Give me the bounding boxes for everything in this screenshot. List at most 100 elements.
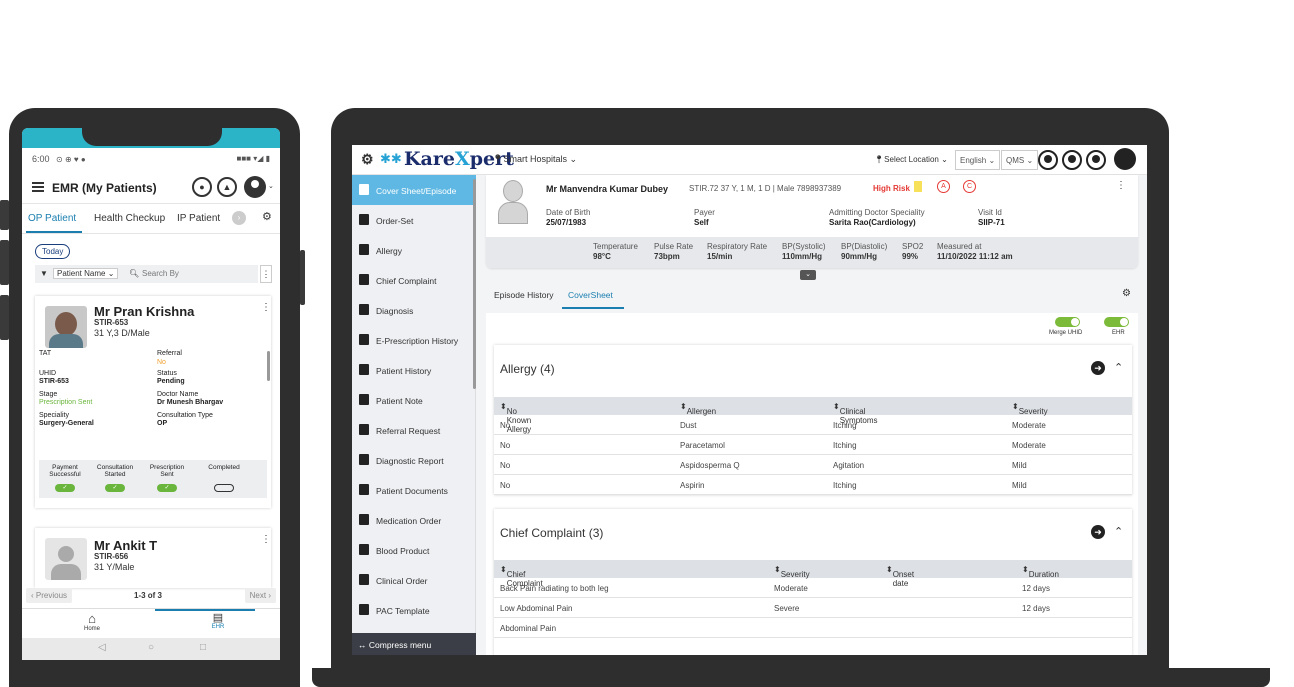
card-menu-icon[interactable]: ⋮ <box>261 534 271 545</box>
column-header[interactable]: ⬍ Clinical Symptoms <box>833 402 878 425</box>
filter-icon[interactable]: ▼ <box>40 269 48 278</box>
table-row[interactable]: No Dust Itching Moderate <box>494 415 1132 435</box>
tab-coversheet[interactable]: CoverSheet <box>568 290 613 300</box>
hospital-select[interactable]: 📍︎Smart Hospitals ⌄ <box>492 154 577 165</box>
patient-card[interactable]: Mr Ankit T STIR-656 31 Y/Male ⋮ <box>35 528 271 588</box>
condition-alert-badge[interactable]: C <box>963 180 976 193</box>
gear-icon[interactable]: ⚙ <box>1122 288 1131 299</box>
sidebar-item-order-set[interactable]: Order-Set <box>352 205 476 235</box>
table-cell: Itching <box>833 441 857 450</box>
sidebar-item-blood-product[interactable]: Blood Product <box>352 535 476 565</box>
more-options-icon[interactable]: ⋮ <box>1116 180 1126 191</box>
more-options-icon[interactable]: ⋮ <box>260 265 272 283</box>
status-bar: 6:00 ⊙ ⊕ ♥ ● ■■■ ▾◢ ▮ <box>22 148 280 170</box>
vital-value: 99% <box>902 252 919 261</box>
back-icon[interactable]: ◁ <box>98 642 106 653</box>
previous-button[interactable]: ‹ Previous <box>26 588 73 603</box>
table-row[interactable]: No Paracetamol Itching Moderate <box>494 435 1132 455</box>
patient-card[interactable]: Mr Pran Krishna STIR-653 31 Y,3 D/Male ⋮… <box>35 296 271 508</box>
language-select[interactable]: English ⌄ <box>955 150 1001 170</box>
compress-menu-button[interactable]: ↔ Compress menu <box>352 633 476 655</box>
tab-episode-history[interactable]: Episode History <box>494 290 554 300</box>
patient-name: Mr Pran Krishna <box>94 304 195 319</box>
gear-icon[interactable]: ⚙ <box>262 210 272 223</box>
sidebar-item-patient-documents[interactable]: Patient Documents <box>352 475 476 505</box>
sidebar-item-allergy[interactable]: Allergy <box>352 235 476 265</box>
arrow-right-icon[interactable]: ➜ <box>1091 525 1105 539</box>
filter-select[interactable]: Patient Name ⌄ <box>53 268 119 279</box>
phone-notch <box>82 128 222 146</box>
column-header[interactable]: ⬍ Onset date <box>886 565 914 588</box>
status-value: Pending <box>157 378 185 385</box>
table-row[interactable]: No Aspirin Itching Mild <box>494 475 1132 495</box>
user-icon[interactable] <box>1038 150 1058 170</box>
chevron-right-icon[interactable]: › <box>232 211 246 225</box>
profile-avatar-icon[interactable] <box>1114 148 1136 170</box>
arrow-right-icon[interactable]: ➜ <box>1091 361 1105 375</box>
tab-op-patient[interactable]: OP Patient <box>28 213 76 224</box>
sidebar-item-referral-request[interactable]: Referral Request <box>352 415 476 445</box>
recents-icon[interactable]: □ <box>200 642 206 653</box>
tab-ip-patient[interactable]: IP Patient <box>177 213 220 224</box>
referral-value: No <box>157 359 166 366</box>
tab-health-checkup[interactable]: Health Checkup <box>94 213 165 224</box>
bell-icon[interactable]: ▲ <box>217 177 237 197</box>
sidebar-item-diagnostic-report[interactable]: Diagnostic Report <box>352 445 476 475</box>
today-filter-button[interactable]: Today <box>35 244 71 259</box>
qms-select[interactable]: QMS ⌄ <box>1001 150 1039 170</box>
table-cell: Paracetamol <box>680 441 725 450</box>
sidebar-item-e-prescription[interactable]: E-Prescription History <box>352 325 476 355</box>
sidebar-item-cover-sheet[interactable]: Cover Sheet/Episode <box>352 175 476 205</box>
visit-label: Visit Id <box>978 208 1002 217</box>
uhid-value: STIR-653 <box>39 378 69 385</box>
location-select[interactable]: 📍︎Select Location ⌄ <box>874 155 948 164</box>
sidebar-item-label: Referral Request <box>376 426 441 436</box>
merge-uhid-toggle[interactable] <box>1055 317 1080 327</box>
column-header[interactable]: ⬍ Chief Complaint <box>500 565 543 588</box>
group-icon[interactable] <box>1086 150 1106 170</box>
search-input[interactable]: Search By <box>142 269 179 278</box>
table-row[interactable]: No Aspidosperma Q Agitation Mild <box>494 455 1132 475</box>
sidebar-item-chief-complaint[interactable]: Chief Complaint <box>352 265 476 295</box>
sidebar-item-label: Patient History <box>376 366 432 376</box>
sidebar-item-pac-template[interactable]: PAC Template <box>352 595 476 625</box>
menu-icon[interactable] <box>32 182 44 192</box>
chevron-up-icon[interactable]: ⌃ <box>1114 525 1123 538</box>
card-menu-icon[interactable]: ⋮ <box>261 302 271 313</box>
table-row[interactable]: Back Pain radiating to both leg Moderate… <box>494 578 1132 598</box>
note-icon[interactable] <box>914 181 922 192</box>
list-icon <box>359 214 369 225</box>
user-icon[interactable]: ● <box>192 177 212 197</box>
allergy-alert-badge[interactable]: A <box>937 180 950 193</box>
sidebar-item-clinical-order[interactable]: Clinical Order <box>352 565 476 595</box>
column-header[interactable]: ⬍ No Known Allergy <box>500 402 531 434</box>
sidebar-item-medication-order[interactable]: Medication Order <box>352 505 476 535</box>
column-header[interactable]: ⬍ Severity <box>1012 402 1048 416</box>
column-header[interactable]: ⬍ Severity <box>774 565 810 579</box>
home-circle-icon[interactable]: ○ <box>148 642 154 653</box>
card-scrollbar[interactable] <box>267 351 270 381</box>
status-icons: ⊙ ⊕ ♥ ● <box>56 155 86 164</box>
column-header[interactable]: ⬍ Duration <box>1022 565 1059 579</box>
table-cell: Aspirin <box>680 481 705 490</box>
table-row[interactable]: Low Abdominal Pain Severe 12 days <box>494 598 1132 618</box>
table-row[interactable]: Abdominal Pain <box>494 618 1132 638</box>
nav-ehr[interactable]: ▤ EHR <box>198 611 238 630</box>
ehr-toggle[interactable] <box>1104 317 1129 327</box>
sidebar-item-diagnosis[interactable]: Diagnosis <box>352 295 476 325</box>
chevron-down-icon[interactable]: ⌄ <box>268 182 274 190</box>
nav-home[interactable]: ⌂ Home <box>72 611 112 632</box>
bell-icon[interactable] <box>1062 150 1082 170</box>
profile-avatar-icon[interactable] <box>244 176 266 198</box>
settings-icon[interactable]: ⚙ <box>361 151 374 168</box>
column-header[interactable]: ⬍ Allergen <box>680 402 716 416</box>
next-button[interactable]: Next › <box>244 588 276 603</box>
sidebar-item-patient-note[interactable]: Patient Note <box>352 385 476 415</box>
search-bar: ▼ Patient Name ⌄ 🔍︎ Search By <box>35 265 258 283</box>
sidebar-item-label: Patient Documents <box>376 486 448 496</box>
chevron-up-icon[interactable]: ⌃ <box>1114 361 1123 374</box>
doctor-value: Sarita Rao(Cardiology) <box>829 218 916 227</box>
chevron-down-icon[interactable]: ⌄ <box>800 270 816 280</box>
sidebar-item-patient-history[interactable]: Patient History <box>352 355 476 385</box>
arrows-icon: ↔ <box>358 640 367 650</box>
